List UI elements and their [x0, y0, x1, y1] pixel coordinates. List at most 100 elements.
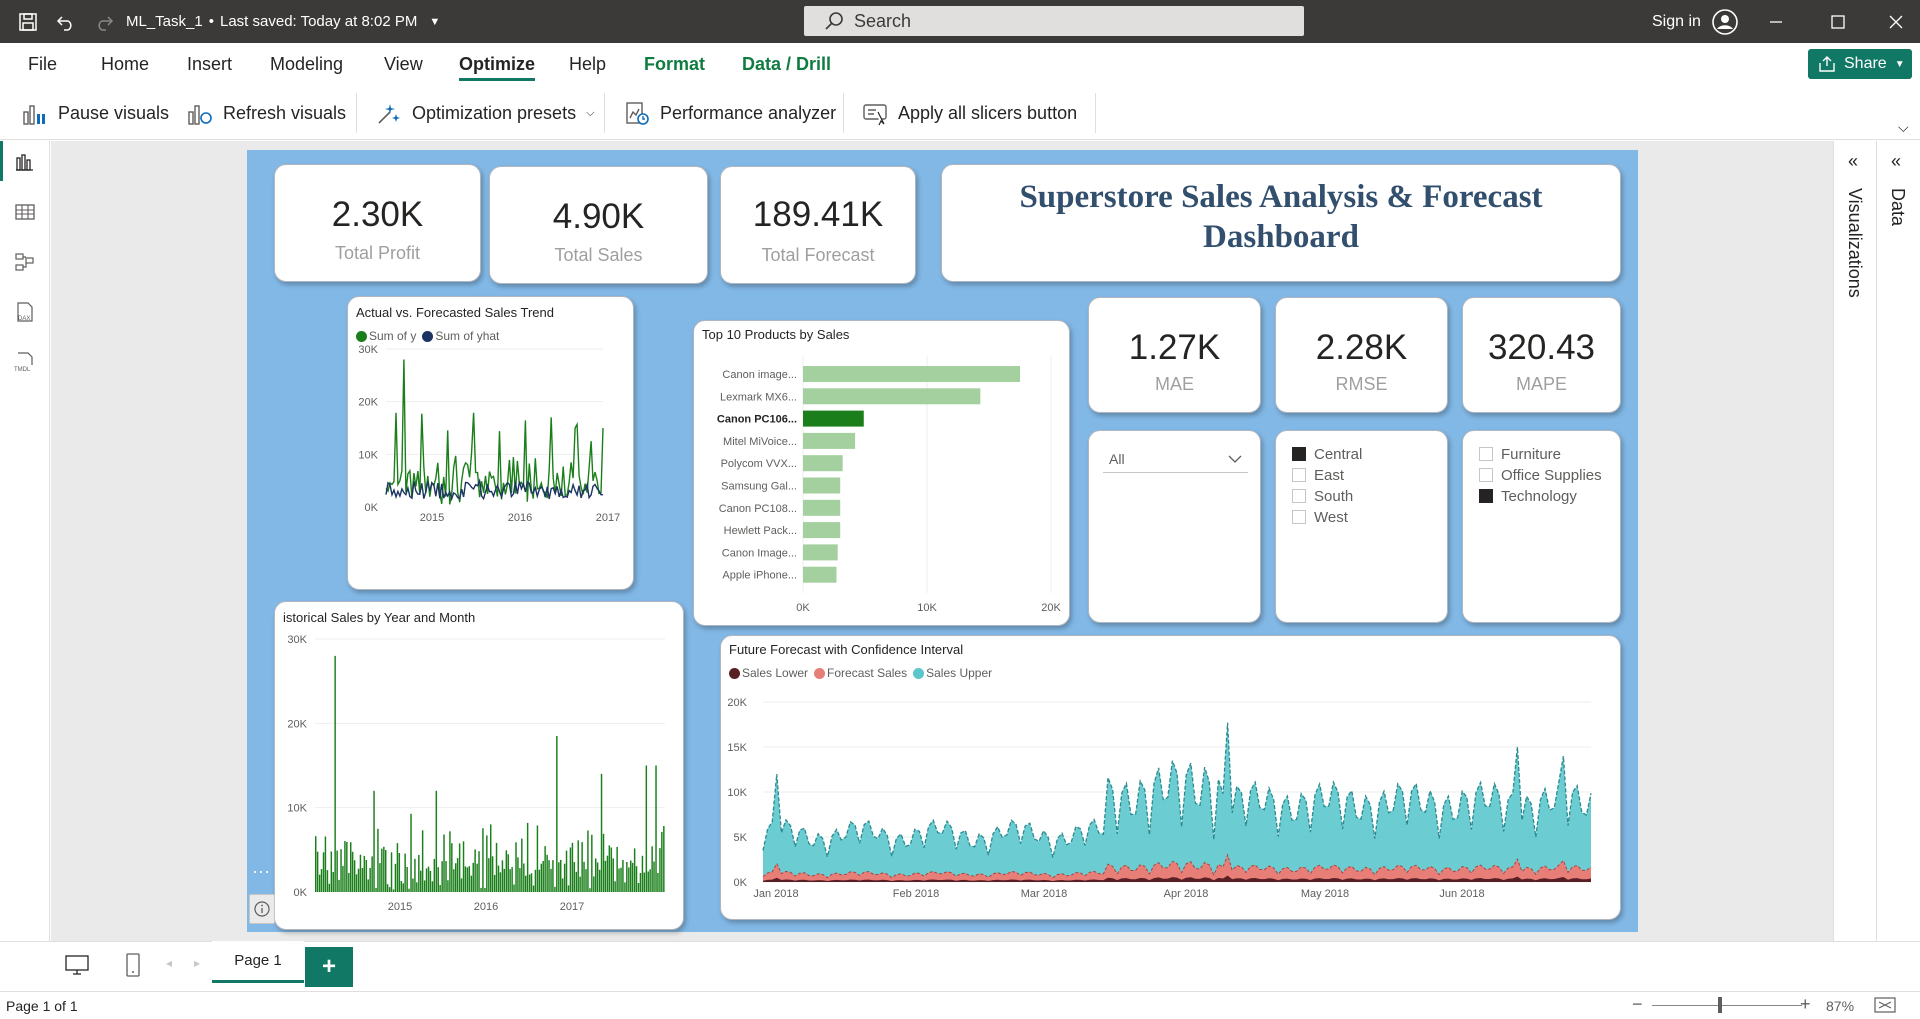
column-bar: [565, 850, 568, 892]
column-bar: [396, 843, 399, 892]
column-bar: [509, 869, 511, 892]
share-button[interactable]: Share ▼: [1808, 49, 1912, 79]
apply-all-slicers-button[interactable]: Apply all slicers button: [862, 93, 1077, 133]
kpi-value: 189.41K: [752, 195, 884, 234]
checkbox[interactable]: [1292, 510, 1306, 524]
column-bar: [420, 870, 422, 892]
menu-file[interactable]: File: [28, 43, 57, 85]
menu-view[interactable]: View: [384, 43, 423, 85]
column-bar: [443, 834, 445, 892]
more-options-icon[interactable]: ···: [248, 862, 274, 888]
file-title-area[interactable]: ML_Task_1 • Last saved: Today at 8:02 PM…: [126, 0, 440, 43]
kpi-card-total-forecast[interactable]: 189.41K Total Forecast: [720, 166, 916, 284]
data-pane-label[interactable]: Data: [1887, 188, 1908, 226]
fit-to-page-icon[interactable]: [1874, 997, 1896, 1016]
user-avatar-icon[interactable]: [1712, 0, 1738, 43]
visualizations-pane-label[interactable]: Visualizations: [1844, 188, 1865, 298]
ribbon-collapse-icon[interactable]: ⌵: [1898, 119, 1909, 136]
menu-insert[interactable]: Insert: [187, 43, 232, 85]
menu-optimize[interactable]: Optimize: [459, 43, 536, 85]
column-bar: [538, 869, 541, 892]
add-page-button[interactable]: +: [305, 947, 353, 987]
zoom-slider[interactable]: [1652, 1005, 1802, 1006]
column-bar: [633, 848, 636, 892]
zoom-slider-thumb[interactable]: [1718, 997, 1722, 1013]
redo-icon[interactable]: [94, 0, 114, 43]
future-forecast-chart[interactable]: Future Forecast with Confidence Interval…: [720, 635, 1621, 920]
checkbox-checked[interactable]: [1479, 489, 1493, 503]
pause-visuals-button[interactable]: Pause visuals: [22, 93, 169, 133]
model-view-icon[interactable]: [12, 249, 38, 275]
checkbox-checked[interactable]: [1292, 447, 1306, 461]
share-icon: [1819, 56, 1835, 72]
zoom-in-button[interactable]: +: [1800, 994, 1811, 1015]
slicer-item-office-supplies[interactable]: Office Supplies: [1479, 465, 1602, 485]
checkbox[interactable]: [1292, 489, 1306, 503]
checkbox[interactable]: [1479, 468, 1493, 482]
close-icon[interactable]: [1888, 0, 1904, 43]
slicer-item-central[interactable]: Central: [1292, 444, 1362, 464]
kpi-card-rmse[interactable]: 2.28K RMSE: [1275, 297, 1448, 413]
y-tick-label: 10K: [727, 787, 747, 799]
report-view-icon[interactable]: [12, 149, 38, 175]
expand-chevron-icon[interactable]: «: [1848, 151, 1858, 172]
slicer-item-furniture[interactable]: Furniture: [1479, 444, 1561, 464]
table-view-icon[interactable]: [12, 199, 38, 225]
data-pane-collapsed[interactable]: « Data: [1877, 141, 1920, 941]
slicer-item-south[interactable]: South: [1292, 486, 1353, 506]
maximize-icon[interactable]: [1830, 0, 1846, 43]
performance-analyzer-button[interactable]: Performance analyzer: [624, 93, 836, 133]
minimize-icon[interactable]: [1768, 0, 1784, 43]
menu-data-drill[interactable]: Data / Drill: [742, 43, 831, 85]
x-tick-label: 2017: [560, 901, 584, 913]
expand-chevron-icon[interactable]: «: [1891, 151, 1901, 172]
visualizations-pane-collapsed[interactable]: « Visualizations: [1834, 141, 1877, 941]
bar-chart-plot: 0K 10K 20K Canon image... Lexmark MX6... Cano…: [717, 356, 1061, 614]
tab-scroll-right-icon[interactable]: ▸: [194, 956, 200, 970]
checkbox[interactable]: [1292, 468, 1306, 482]
menu-home[interactable]: Home: [101, 43, 149, 85]
performance-analyzer-icon: [626, 102, 649, 125]
checkbox[interactable]: [1479, 447, 1493, 461]
menu-help[interactable]: Help: [569, 43, 606, 85]
column-bar: [583, 861, 585, 892]
dax-query-view-icon[interactable]: DAX: [12, 299, 38, 325]
zoom-out-button[interactable]: −: [1632, 994, 1643, 1015]
column-bar: [316, 851, 319, 892]
search-input[interactable]: Search: [804, 6, 1304, 36]
mobile-layout-icon[interactable]: [124, 952, 142, 983]
slicer-item-east[interactable]: East: [1292, 465, 1344, 485]
slicer-item-west[interactable]: West: [1292, 507, 1348, 527]
kpi-card-mae[interactable]: 1.27K MAE: [1088, 297, 1261, 413]
save-icon[interactable]: [18, 0, 38, 43]
slicer-dropdown[interactable]: All: [1103, 445, 1248, 473]
menu-format[interactable]: Format: [644, 43, 705, 85]
info-icon[interactable]: [249, 894, 275, 924]
historical-sales-chart[interactable]: istorical Sales by Year and Month 0K 10K 2…: [274, 601, 684, 930]
dropdown-slicer[interactable]: All: [1088, 430, 1261, 623]
optimization-presets-button[interactable]: Optimization presets ⌵: [376, 93, 594, 133]
column-bar: [643, 872, 646, 892]
kpi-label: MAPE: [1515, 374, 1567, 394]
desktop-layout-icon[interactable]: [64, 954, 90, 981]
kpi-card-total-sales[interactable]: 4.90K Total Sales: [489, 166, 708, 284]
sign-in-link[interactable]: Sign in: [1652, 0, 1701, 43]
column-bar: [542, 861, 544, 892]
tab-scroll-left-icon[interactable]: ◂: [166, 956, 172, 970]
slicer-item-technology[interactable]: Technology: [1479, 486, 1577, 506]
top-products-chart[interactable]: Top 10 Products by Sales 0K 10K 20K Canon i…: [693, 320, 1070, 626]
tab-page-1[interactable]: Page 1: [212, 941, 304, 983]
column-bar: [649, 869, 651, 892]
refresh-visuals-label: Refresh visuals: [223, 102, 347, 123]
column-bar: [503, 868, 506, 892]
undo-icon[interactable]: [56, 0, 76, 43]
kpi-card-total-profit[interactable]: 2.30K Total Profit: [274, 164, 481, 282]
column-bar: [472, 862, 474, 892]
menu-modeling[interactable]: Modeling: [270, 43, 343, 85]
tmdl-view-icon[interactable]: TMDL: [12, 349, 38, 375]
column-bar: [556, 736, 558, 892]
kpi-card-mape[interactable]: 320.43 MAPE: [1462, 297, 1621, 413]
column-bar: [351, 851, 354, 892]
refresh-visuals-button[interactable]: Refresh visuals: [187, 93, 346, 133]
actual-vs-forecast-chart[interactable]: Actual vs. Forecasted Sales Trend Sum of…: [347, 296, 634, 590]
